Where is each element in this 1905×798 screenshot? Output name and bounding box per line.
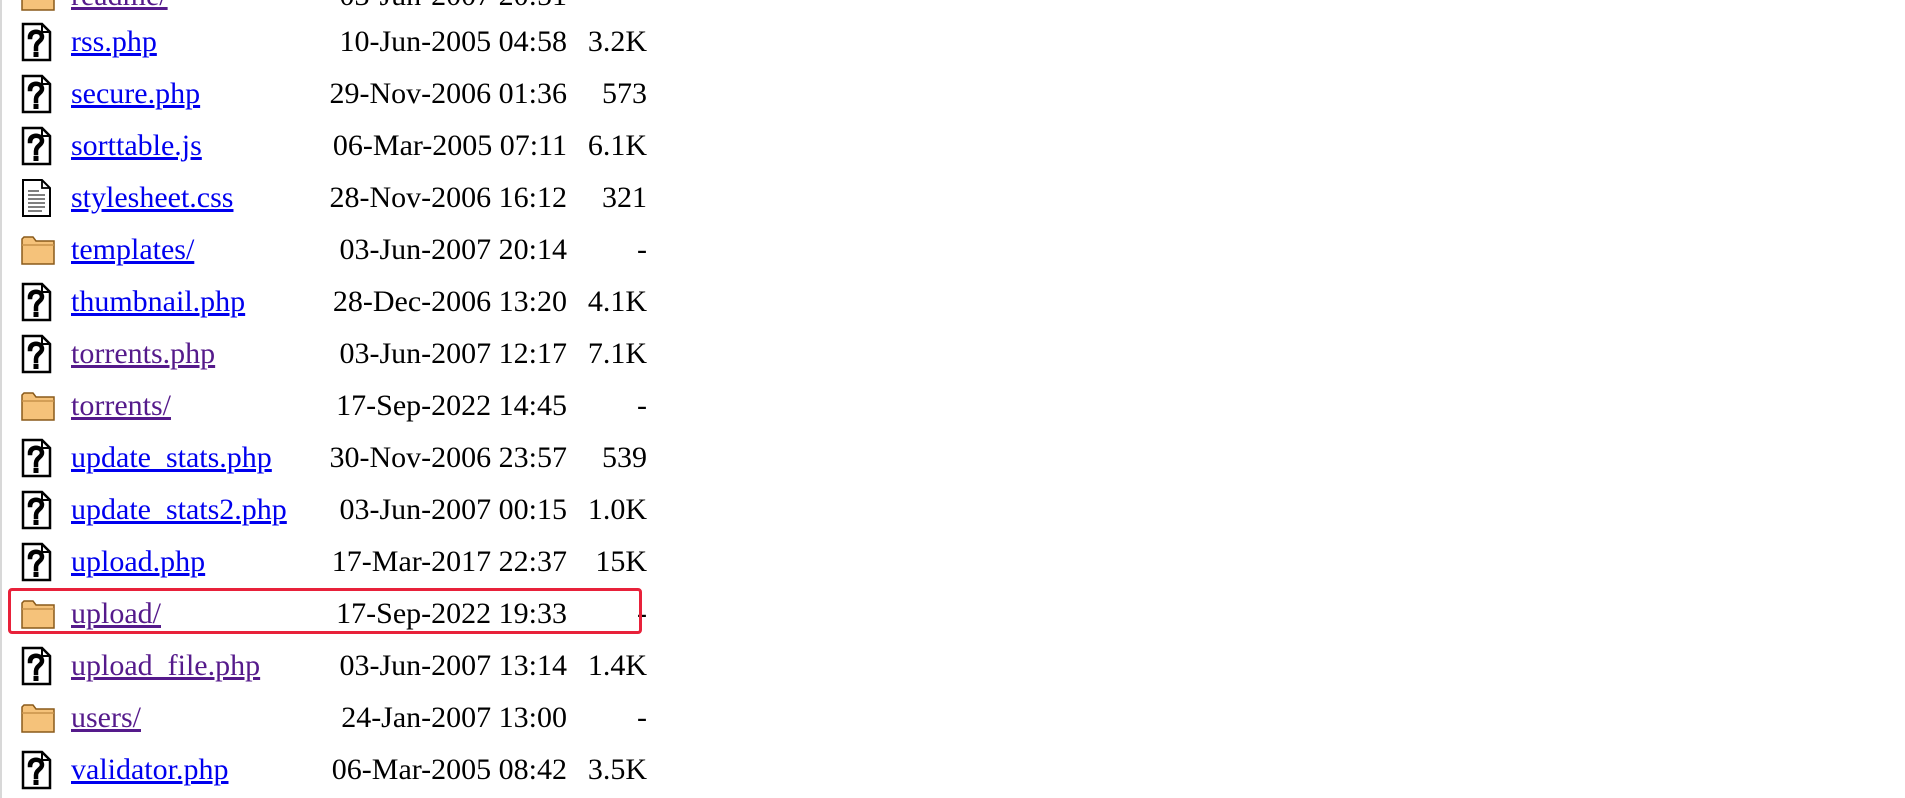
file-link[interactable]: upload_file.php xyxy=(71,649,260,682)
last-modified: 29-Nov-2006 01:36 xyxy=(329,77,567,110)
file-name-cell: upload/ xyxy=(64,597,307,631)
file-name-cell: update_stats2.php xyxy=(64,493,307,527)
file-size: - xyxy=(637,233,647,266)
file-size: 321 xyxy=(602,181,647,214)
file-name-cell: rss.php xyxy=(64,25,307,59)
file-name-cell: templates/ xyxy=(64,233,307,267)
unknown-file-icon xyxy=(20,540,64,584)
folder-icon xyxy=(20,592,64,636)
file-link[interactable]: readme/ xyxy=(71,0,168,12)
listing-row: sorttable.js 06-Mar-2005 07:11 6.1K xyxy=(20,120,647,172)
last-modified: 06-Mar-2005 08:42 xyxy=(331,753,567,786)
last-modified: 03-Jun-2007 12:17 xyxy=(339,337,568,370)
file-name-cell: readme/ xyxy=(64,0,307,13)
listing-row: rss.php 10-Jun-2005 04:58 3.2K xyxy=(20,16,647,68)
last-modified: 03-Jun-2007 13:14 xyxy=(339,649,568,682)
last-modified: 17-Sep-2022 19:33 xyxy=(336,597,567,630)
file-link[interactable]: sorttable.js xyxy=(71,129,202,162)
file-name-cell: stylesheet.css xyxy=(64,181,307,215)
unknown-file-icon xyxy=(20,436,64,480)
last-modified: 28-Nov-2006 16:12 xyxy=(329,181,567,214)
page-left-border xyxy=(0,0,2,798)
last-modified: 30-Nov-2006 23:57 xyxy=(329,441,567,474)
file-name-cell: update_stats.php xyxy=(64,441,307,475)
file-link[interactable]: thumbnail.php xyxy=(71,285,245,318)
last-modified: 06-Mar-2005 07:11 xyxy=(332,129,567,162)
listing-row: upload.php 17-Mar-2017 22:37 15K xyxy=(20,536,647,588)
file-link[interactable]: update_stats2.php xyxy=(71,493,287,526)
file-name-cell: secure.php xyxy=(64,77,307,111)
file-size: - xyxy=(567,0,647,13)
file-size: 6.1K xyxy=(587,129,647,162)
last-modified: 17-Sep-2022 14:45 xyxy=(336,389,567,422)
file-link[interactable]: torrents/ xyxy=(71,389,171,422)
file-link[interactable]: templates/ xyxy=(71,233,194,266)
listing-row: upload_file.php 03-Jun-2007 13:14 1.4K xyxy=(20,640,647,692)
unknown-file-icon xyxy=(20,280,64,324)
listing-row: validator.php 06-Mar-2005 08:42 3.5K xyxy=(20,744,647,796)
file-size: 573 xyxy=(602,77,647,110)
last-modified: 28-Dec-2006 13:20 xyxy=(332,285,567,318)
file-name-cell: validator.php xyxy=(64,753,307,787)
listing-row: readme/03-Jun-2007 20:51- xyxy=(20,0,647,16)
file-size: 7.1K xyxy=(587,337,647,370)
last-modified: 03-Jun-2007 20:14 xyxy=(339,233,568,266)
listing-row: thumbnail.php 28-Dec-2006 13:20 4.1K xyxy=(20,276,647,328)
file-link[interactable]: validator.php xyxy=(71,753,228,786)
last-modified: 17-Mar-2017 22:37 xyxy=(331,545,567,578)
file-size: 15K xyxy=(595,545,647,578)
file-size: 539 xyxy=(602,441,647,474)
last-modified: 03-Jun-2007 00:15 xyxy=(339,493,568,526)
listing-row: torrents/17-Sep-2022 14:45 - xyxy=(20,380,647,432)
file-link[interactable]: torrents.php xyxy=(71,337,215,370)
unknown-file-icon xyxy=(20,332,64,376)
file-size: - xyxy=(637,597,647,630)
file-name-cell: sorttable.js xyxy=(64,129,307,163)
unknown-file-icon xyxy=(20,644,64,688)
file-size: - xyxy=(637,701,647,734)
file-size: 3.2K xyxy=(587,25,647,58)
file-name-cell: upload.php xyxy=(64,545,307,579)
unknown-file-icon xyxy=(20,20,64,64)
file-size: 1.4K xyxy=(587,649,647,682)
last-modified: 10-Jun-2005 04:58 xyxy=(339,25,568,58)
listing-row: secure.php 29-Nov-2006 01:36 573 xyxy=(20,68,647,120)
file-link[interactable]: secure.php xyxy=(71,77,200,110)
file-name-cell: upload_file.php xyxy=(64,649,307,683)
file-size: 3.5K xyxy=(587,753,647,786)
unknown-file-icon xyxy=(20,72,64,116)
file-size: - xyxy=(637,389,647,422)
file-name-cell: torrents/ xyxy=(64,389,307,423)
directory-listing: readme/03-Jun-2007 20:51-rss.php10-Jun-2… xyxy=(8,0,647,796)
file-name-cell: users/ xyxy=(64,701,307,735)
folder-icon xyxy=(20,228,64,272)
file-link[interactable]: upload/ xyxy=(71,597,161,630)
text-file-icon xyxy=(20,176,64,220)
file-size: 4.1K xyxy=(587,285,647,318)
unknown-file-icon xyxy=(20,748,64,792)
file-link[interactable]: upload.php xyxy=(71,545,205,578)
file-link[interactable]: stylesheet.css xyxy=(71,181,233,214)
file-name-cell: torrents.php xyxy=(64,337,307,371)
file-size: 1.0K xyxy=(587,493,647,526)
listing-row: stylesheet.css 28-Nov-2006 16:12 321 xyxy=(20,172,647,224)
unknown-file-icon xyxy=(20,124,64,168)
listing-row: update_stats2.php 03-Jun-2007 00:15 1.0K xyxy=(20,484,647,536)
listing-row: users/24-Jan-2007 13:00 - xyxy=(20,692,647,744)
listing-row: upload/17-Sep-2022 19:33 - xyxy=(8,588,647,640)
unknown-file-icon xyxy=(20,488,64,532)
last-modified: 03-Jun-2007 20:51 xyxy=(307,0,568,13)
file-name-cell: thumbnail.php xyxy=(64,285,307,319)
last-modified: 24-Jan-2007 13:00 xyxy=(341,701,567,734)
listing-row: templates/03-Jun-2007 20:14 - xyxy=(20,224,647,276)
folder-icon xyxy=(20,384,64,428)
file-link[interactable]: rss.php xyxy=(71,25,157,58)
folder-icon xyxy=(20,696,64,740)
listing-row: torrents.php 03-Jun-2007 12:17 7.1K xyxy=(20,328,647,380)
listing-row: update_stats.php 30-Nov-2006 23:57 539 xyxy=(20,432,647,484)
file-link[interactable]: update_stats.php xyxy=(71,441,272,474)
file-link[interactable]: users/ xyxy=(71,701,141,734)
